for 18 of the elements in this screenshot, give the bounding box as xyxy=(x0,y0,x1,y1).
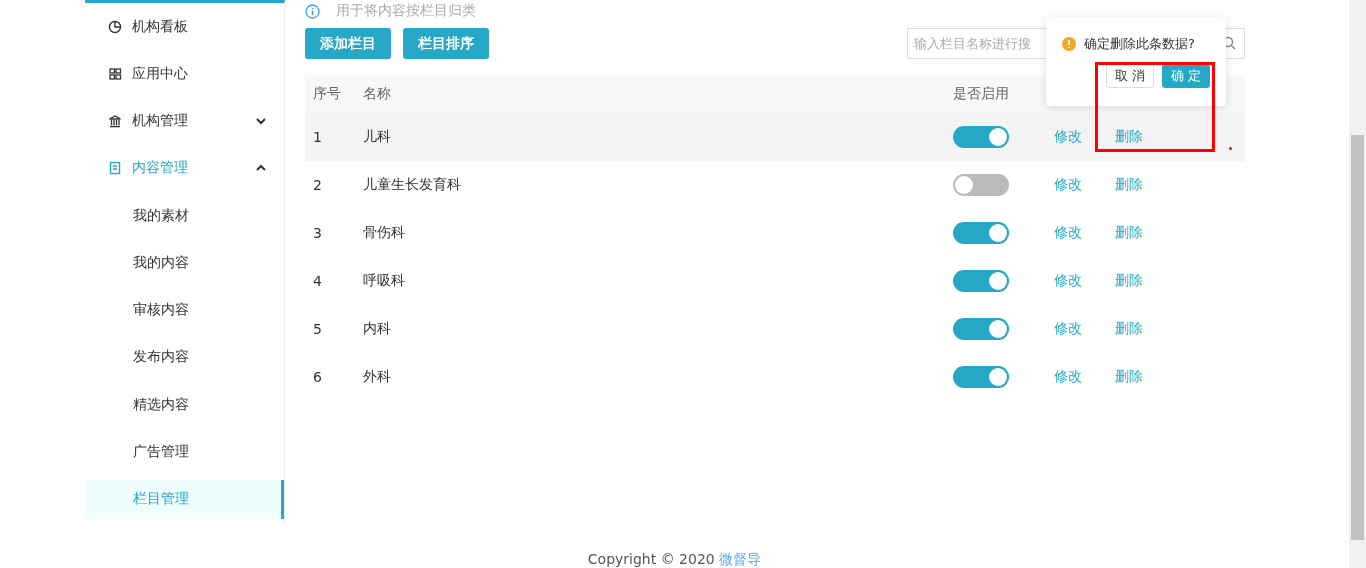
column-header: 序号 xyxy=(313,85,341,101)
table-cell: 6 xyxy=(313,369,322,385)
table-cell: 2 xyxy=(313,177,322,193)
table-cell: 内科 xyxy=(363,320,391,336)
table-cell: 4 xyxy=(313,273,322,289)
table-cell: 5 xyxy=(313,321,322,337)
copyright-text: Copyright © 2020 xyxy=(587,551,715,567)
column-header: 是否启用 xyxy=(953,85,1009,101)
column-header: 名称 xyxy=(363,85,391,101)
table-cell: 3 xyxy=(313,225,322,241)
table-cell: 1 xyxy=(313,129,322,145)
table-cell: 呼吸科 xyxy=(363,272,405,288)
table-cell: 骨伤科 xyxy=(363,224,405,240)
hint-text: 用于将内容按栏目归类 xyxy=(336,2,476,20)
confirm-message: 确定删除此条数据? xyxy=(1084,35,1195,53)
table-cell: 儿科 xyxy=(363,128,391,144)
table-cell: 外科 xyxy=(363,368,391,384)
table-cell: 儿童生长发育科 xyxy=(363,176,461,192)
